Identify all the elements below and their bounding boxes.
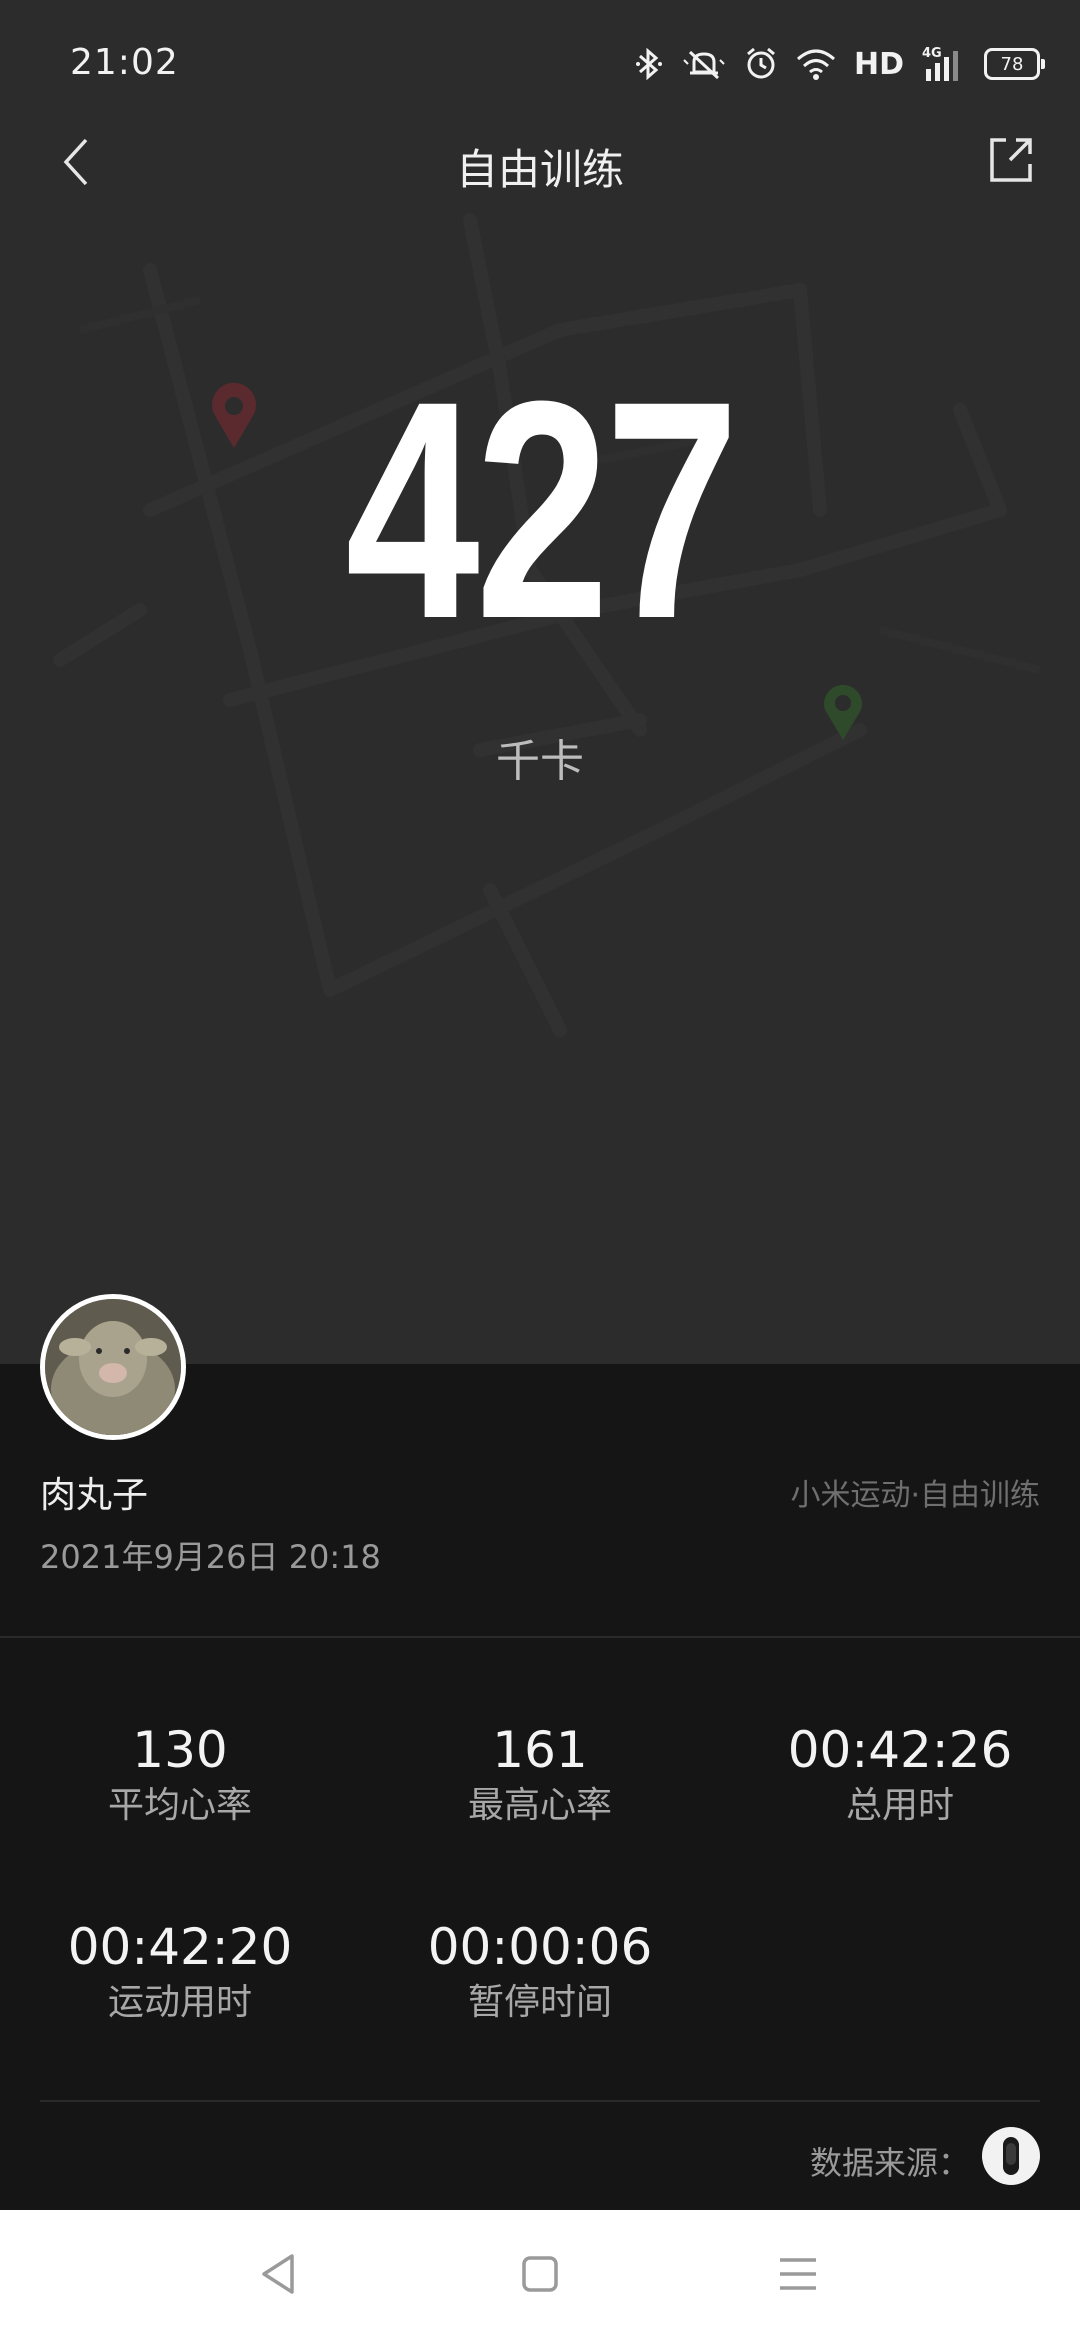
- stat-exercise-time: 00:42:20 运动用时: [0, 1917, 360, 2027]
- menu-nav-button[interactable]: [770, 2246, 826, 2302]
- svg-text:4G: 4G: [922, 46, 942, 61]
- bluetooth-icon: [634, 46, 664, 82]
- page-title: 自由训练: [455, 145, 624, 194]
- device-icon[interactable]: [982, 2127, 1040, 2185]
- home-nav-icon: [522, 2256, 558, 2292]
- user-name: 肉丸子: [40, 1475, 149, 1516]
- signal-icon: 4G: [922, 45, 966, 83]
- battery-icon: 78: [984, 48, 1045, 80]
- divider: [40, 2100, 1040, 2102]
- activity-date: 2021年9月26日 20:18: [40, 1538, 381, 1576]
- stat-value: 161: [492, 1721, 588, 1779]
- status-time: 21:02: [70, 42, 179, 83]
- stat-pause-time: 00:00:06 暂停时间: [360, 1917, 720, 2027]
- back-nav-button[interactable]: [252, 2246, 308, 2302]
- calorie-value: 427: [345, 336, 739, 683]
- share-button[interactable]: [980, 130, 1040, 190]
- status-bar: 21:02 HD 4G 78: [0, 0, 1080, 130]
- calorie-unit: 千卡: [496, 736, 584, 787]
- stat-label: 暂停时间: [467, 1982, 612, 2023]
- nav-bar: 自由训练: [0, 120, 1080, 210]
- divider: [0, 1636, 1080, 1638]
- stat-value: 130: [132, 1721, 228, 1779]
- stat-value: 00:42:26: [787, 1721, 1013, 1779]
- back-nav-icon: [262, 2254, 294, 2294]
- stat-total-time: 00:42:26 总用时: [720, 1720, 1080, 1830]
- share-icon: [990, 138, 1032, 182]
- wifi-icon: [796, 47, 836, 81]
- stat-label: 运动用时: [107, 1982, 252, 2023]
- activity-source: 小米运动·自由训练: [790, 1478, 1040, 1513]
- stat-max-heart-rate: 161 最高心率: [360, 1720, 720, 1830]
- system-nav-bar: [0, 2210, 1080, 2339]
- status-icons: HD 4G 78: [634, 44, 1045, 84]
- sheep-avatar-image: [45, 1299, 181, 1435]
- home-nav-button[interactable]: [512, 2246, 568, 2302]
- network-type: HD: [853, 46, 904, 82]
- stat-value: 00:42:20: [67, 1918, 293, 1976]
- stat-label: 总用时: [845, 1785, 954, 1826]
- avatar[interactable]: [40, 1294, 186, 1440]
- alarm-icon: [744, 46, 778, 82]
- stat-label: 平均心率: [107, 1785, 252, 1826]
- data-source-label: 数据来源：: [809, 2144, 970, 2182]
- stat-avg-heart-rate: 130 平均心率: [0, 1720, 360, 1830]
- stat-value: 00:00:06: [427, 1918, 653, 1976]
- menu-nav-icon: [780, 2258, 816, 2290]
- stat-label: 最高心率: [467, 1785, 612, 1826]
- mute-icon: [682, 46, 726, 82]
